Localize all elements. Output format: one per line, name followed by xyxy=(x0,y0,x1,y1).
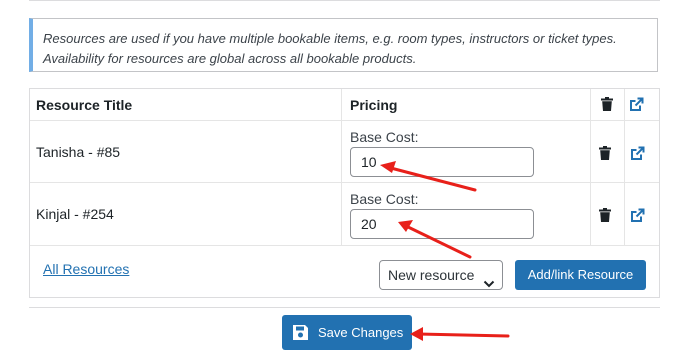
base-cost-input[interactable]: 20 xyxy=(350,209,534,239)
add-link-resource-button[interactable]: Add/link Resource xyxy=(515,260,646,290)
bottom-divider xyxy=(29,307,660,308)
column-divider xyxy=(624,89,625,246)
column-divider xyxy=(341,89,342,246)
all-resources-link[interactable]: All Resources xyxy=(43,261,129,277)
external-link-icon[interactable] xyxy=(627,205,647,225)
column-divider xyxy=(590,89,591,246)
save-changes-button[interactable]: Save Changes xyxy=(282,315,412,350)
save-changes-label: Save Changes xyxy=(318,325,404,340)
resource-title: Kinjal - #254 xyxy=(36,206,114,222)
chevron-down-icon xyxy=(483,270,495,298)
row-divider xyxy=(30,245,659,246)
base-cost-input[interactable]: 10 xyxy=(350,147,534,177)
base-cost-label: Base Cost: xyxy=(350,129,419,145)
header-pricing: Pricing xyxy=(350,97,398,113)
resource-select[interactable]: New resource xyxy=(379,260,503,290)
external-link-icon[interactable] xyxy=(627,143,647,163)
trash-icon[interactable] xyxy=(595,143,615,163)
resource-title: Tanisha - #85 xyxy=(36,144,121,160)
resources-notice: Resources are used if you have multiple … xyxy=(29,18,658,72)
trash-icon[interactable] xyxy=(595,205,615,225)
header-resource-title: Resource Title xyxy=(36,97,133,113)
external-link-icon xyxy=(628,96,644,112)
resources-table: Resource Title Pricing Tanisha - #85 Bas… xyxy=(29,88,660,298)
base-cost-label: Base Cost: xyxy=(350,191,419,207)
resource-select-value: New resource xyxy=(388,267,475,283)
annotation-arrow xyxy=(416,332,510,338)
row-divider xyxy=(30,120,659,121)
row-divider xyxy=(30,182,659,183)
floppy-disk-icon xyxy=(292,324,309,344)
notice-line-1: Resources are used if you have multiple … xyxy=(43,31,617,46)
top-divider xyxy=(29,0,660,1)
notice-line-2: Availability for resources are global ac… xyxy=(43,51,417,66)
trash-icon xyxy=(599,96,615,112)
